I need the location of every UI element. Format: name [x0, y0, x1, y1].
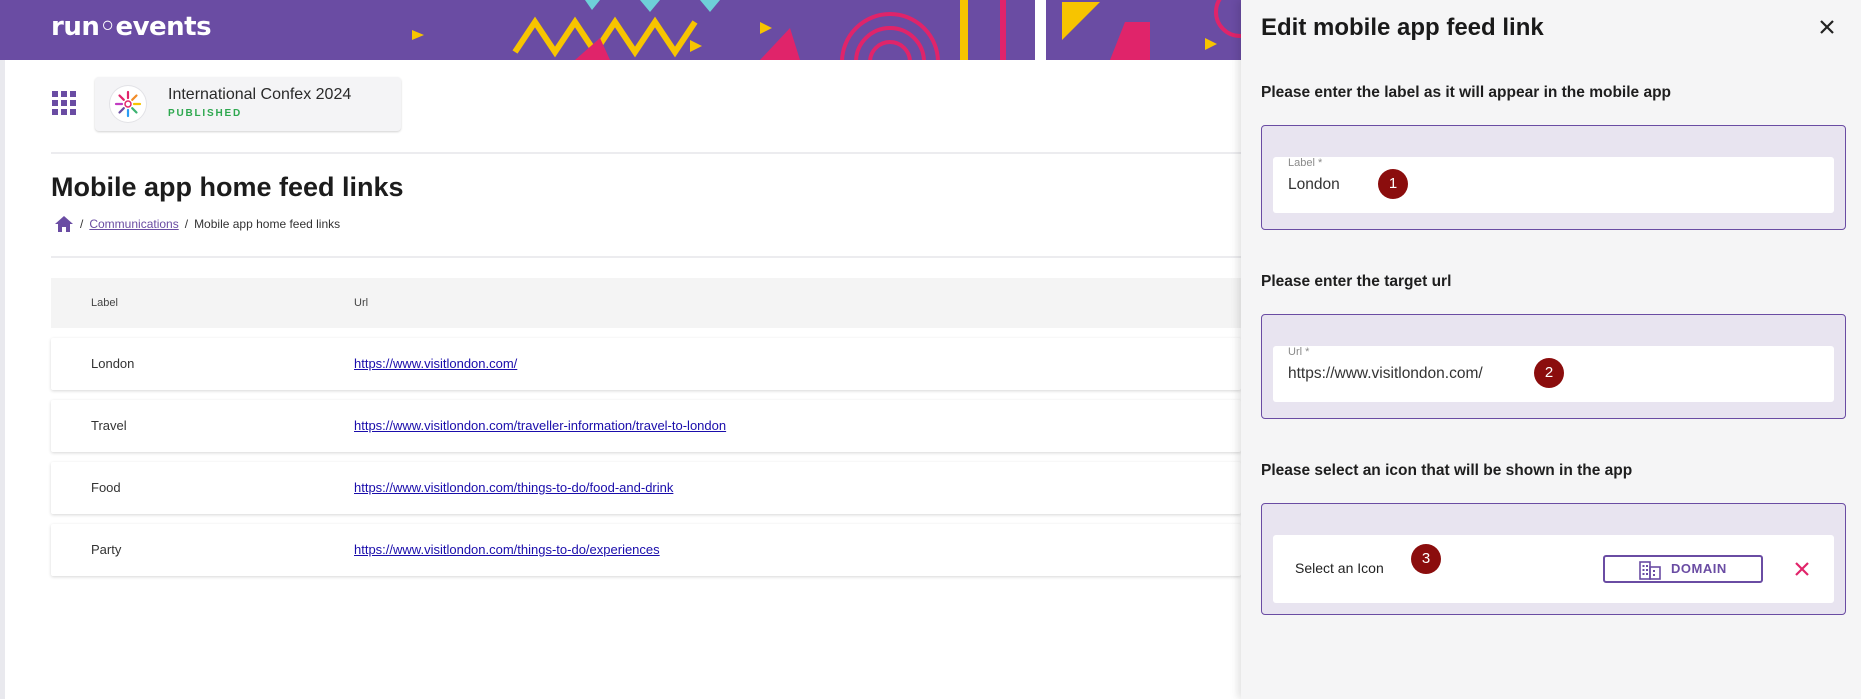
breadcrumb: / Communications / Mobile app home feed … — [54, 215, 340, 233]
row-url-link[interactable]: https://www.visitlondon.com/traveller-in… — [354, 418, 726, 433]
icon-select-row: Select an Icon DOMAIN — [1273, 535, 1834, 603]
breadcrumb-communications-link[interactable]: Communications — [89, 217, 178, 231]
step-marker-badge: 1 — [1378, 169, 1408, 199]
column-header-label: Label — [91, 297, 118, 309]
row-label: Party — [91, 542, 122, 557]
label-field[interactable]: Label * — [1273, 157, 1834, 213]
step-marker-badge: 3 — [1411, 544, 1441, 574]
label-input[interactable] — [1288, 176, 1768, 194]
row-label: Travel — [91, 418, 127, 433]
url-field-caption: Url * — [1288, 346, 1310, 358]
url-input[interactable] — [1288, 365, 1768, 383]
label-fieldset: Label * 1 — [1261, 125, 1846, 230]
row-url-link[interactable]: https://www.visitlondon.com/things-to-do… — [354, 480, 673, 495]
label-field-caption: Label * — [1288, 157, 1323, 169]
row-url-link[interactable]: https://www.visitlondon.com/things-to-do… — [354, 542, 660, 557]
icon-row-label: Select an Icon — [1295, 560, 1384, 576]
table-row[interactable]: Party https://www.visitlondon.com/things… — [51, 524, 1241, 576]
table-header: Label Url — [51, 278, 1241, 328]
event-name: International Confex 2024 — [168, 86, 352, 103]
table-row[interactable]: London https://www.visitlondon.com/ — [51, 338, 1241, 390]
clear-icon[interactable] — [1790, 557, 1814, 581]
url-fieldset: Url * 2 — [1261, 314, 1846, 419]
side-rule — [0, 60, 5, 699]
event-logo — [110, 86, 146, 122]
row-label: Food — [91, 480, 121, 495]
event-selector[interactable]: International Confex 2024 PUBLISHED — [95, 77, 401, 131]
column-header-url: Url — [354, 297, 369, 309]
table-row[interactable]: Food https://www.visitlondon.com/things-… — [51, 462, 1241, 514]
url-section-heading: Please enter the target url — [1261, 273, 1452, 290]
row-label: London — [91, 356, 135, 371]
icon-section-heading: Please select an icon that will be shown… — [1261, 462, 1633, 479]
brand-logo: run◦events — [51, 12, 212, 42]
home-icon[interactable] — [54, 215, 74, 233]
table-row[interactable]: Travel https://www.visitlondon.com/trave… — [51, 400, 1241, 452]
close-icon[interactable] — [1815, 15, 1839, 39]
event-status-badge: PUBLISHED — [168, 108, 242, 119]
icon-select-button[interactable]: DOMAIN — [1603, 555, 1763, 583]
breadcrumb-separator: / — [80, 217, 84, 231]
divider — [51, 256, 1241, 258]
breadcrumb-current: Mobile app home feed links — [194, 217, 341, 231]
selected-icon-label: DOMAIN — [1671, 561, 1727, 576]
apps-grid-icon[interactable] — [52, 91, 80, 119]
drawer-title: Edit mobile app feed link — [1261, 14, 1544, 41]
breadcrumb-separator: / — [184, 217, 189, 231]
domain-icon — [1639, 561, 1661, 580]
row-url-link[interactable]: https://www.visitlondon.com/ — [354, 356, 517, 371]
divider — [51, 152, 1241, 154]
icon-fieldset: Select an Icon DOMAIN 3 — [1261, 503, 1846, 615]
step-marker-badge: 2 — [1534, 358, 1564, 388]
label-section-heading: Please enter the label as it will appear… — [1261, 84, 1672, 101]
page-title: Mobile app home feed links — [51, 172, 404, 202]
edit-feed-link-drawer: Edit mobile app feed link Please enter t… — [1241, 0, 1861, 699]
